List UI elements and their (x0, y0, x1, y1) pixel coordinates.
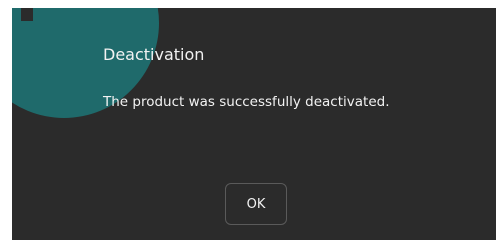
ok-button[interactable]: OK (225, 183, 287, 225)
dialog-title: Deactivation (103, 45, 205, 64)
dialog-message: The product was successfully deactivated… (103, 94, 390, 110)
deactivation-dialog: Deactivation The product was successfull… (12, 8, 496, 240)
info-icon-stem (21, 8, 33, 21)
screenshot-frame: Deactivation The product was successfull… (0, 0, 500, 242)
